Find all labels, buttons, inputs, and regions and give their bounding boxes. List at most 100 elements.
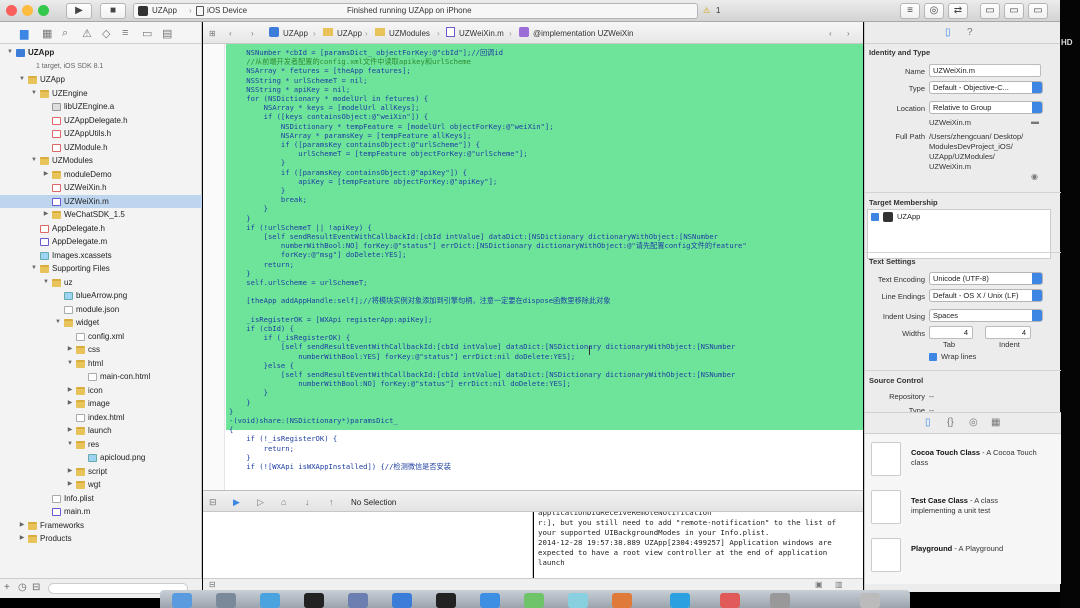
report-icon[interactable]: ▤ <box>162 27 172 40</box>
app-icon[interactable] <box>670 593 690 608</box>
tab-width-field[interactable]: 4 <box>929 326 973 339</box>
help-icon[interactable]: ? <box>967 27 973 38</box>
code-line[interactable]: numberWithBool:NO] forKey:@"status"] err… <box>229 241 747 250</box>
close-window-button[interactable] <box>6 5 17 16</box>
code-line[interactable]: apiKey = [tempFeature objectForKey:@"api… <box>229 177 497 186</box>
step-into-icon[interactable]: ↓ <box>305 497 310 507</box>
code-line[interactable]: return; <box>229 260 294 269</box>
toggle-debug-area-icon[interactable]: ▭ <box>1004 3 1024 19</box>
indent-width-field[interactable]: 4 <box>985 326 1031 339</box>
split-icon[interactable]: ▥ <box>835 580 843 589</box>
app-icon[interactable] <box>612 593 632 608</box>
disclosure-closed-icon[interactable]: ▶ <box>18 519 26 533</box>
endings-popup[interactable]: Default - OS X / Unix (LF) <box>929 289 1043 302</box>
navigator-item[interactable]: main.m <box>0 505 202 519</box>
app-icon[interactable] <box>720 593 740 608</box>
line-gutter[interactable] <box>203 44 225 490</box>
filter-icon[interactable]: ⊟ <box>32 582 40 593</box>
navigator-item[interactable]: ▶ script <box>0 465 202 479</box>
debug-icon[interactable]: ≡ <box>122 27 128 39</box>
filter-icon[interactable]: ⊟ <box>209 580 216 589</box>
prev-issue-icon[interactable]: ‹ <box>829 29 832 38</box>
file-template-icon[interactable]: ▯ <box>925 417 931 428</box>
run-button[interactable]: ▶ <box>66 3 92 19</box>
library-item[interactable]: Cocoa Touch Class - A Cocoa Touch class <box>871 438 1057 482</box>
disclosure-closed-icon[interactable]: ▶ <box>66 397 74 411</box>
code-line[interactable]: -(void)share:(NSDictionary*)paramsDict_ <box>229 416 398 425</box>
wrap-lines-checkbox[interactable] <box>929 353 937 361</box>
code-line[interactable]: } <box>229 407 233 416</box>
code-line[interactable]: } <box>229 204 268 213</box>
navigator-item[interactable]: ▼ UZModules <box>0 154 202 168</box>
warning-icon[interactable]: ⚠ <box>703 4 710 18</box>
object-icon[interactable]: ◎ <box>969 417 978 428</box>
navigator-item[interactable]: ▶ wgt <box>0 478 202 492</box>
navigator-item[interactable]: ▶ launch <box>0 424 202 438</box>
code-line[interactable]: NSNumber *cbId = [paramsDict_ objectForK… <box>229 48 503 57</box>
app-icon[interactable] <box>524 593 544 608</box>
finder-icon[interactable] <box>172 593 192 608</box>
navigator-item[interactable]: UZAppUtils.h <box>0 127 202 141</box>
xcode-icon[interactable] <box>392 593 412 608</box>
minimize-window-button[interactable] <box>22 5 33 16</box>
standard-editor-icon[interactable]: ≡ <box>900 3 920 19</box>
disclosure-closed-icon[interactable]: ▶ <box>66 343 74 357</box>
code-line[interactable]: NSDictionary * tempFeature = [modelUrl o… <box>229 122 554 131</box>
zoom-window-button[interactable] <box>38 5 49 16</box>
code-line[interactable]: } <box>229 158 285 167</box>
navigator-item[interactable]: ▶ css <box>0 343 202 357</box>
navigator-item[interactable]: ▶ icon <box>0 384 202 398</box>
location-popup[interactable]: Relative to Group <box>929 101 1043 114</box>
navigator-item[interactable]: Images.xcassets <box>0 249 202 263</box>
step-out-icon[interactable]: ↑ <box>329 497 334 507</box>
code-line[interactable]: numberWithBool:NO] forKey:@"status"] err… <box>229 379 571 388</box>
forward-icon[interactable]: › <box>251 29 254 38</box>
code-line[interactable]: NSString * apiKey = nil; <box>229 85 350 94</box>
trash-icon[interactable]: ▣ <box>815 580 823 589</box>
disclosure-closed-icon[interactable]: ▶ <box>66 424 74 438</box>
issue-icon[interactable]: ⚠ <box>82 27 92 40</box>
name-field[interactable]: UZWeiXin.m <box>929 64 1041 77</box>
disclosure-closed-icon[interactable]: ▶ <box>42 168 50 182</box>
code-line[interactable]: if (cbId) { <box>229 324 294 333</box>
code-line[interactable]: if ([keys containsObject:@"weiXin"]) { <box>229 112 428 121</box>
safari-icon[interactable] <box>260 593 280 608</box>
breakpoint-icon[interactable]: ▭ <box>142 27 152 40</box>
code-line[interactable]: numberWithBool:YES] forKey:@"status"] er… <box>229 352 575 361</box>
breakpoints-icon[interactable]: ▶ <box>233 497 240 508</box>
navigator-item[interactable]: Info.plist <box>0 492 202 506</box>
code-line[interactable]: NSArray * keys = [modelUrl allKeys]; <box>229 103 420 112</box>
continue-icon[interactable]: ▷ <box>257 497 264 508</box>
assistant-editor-icon[interactable]: ◎ <box>924 3 944 19</box>
code-line[interactable]: { <box>229 425 233 434</box>
crumb-file[interactable]: UZWeiXin.m <box>459 29 504 38</box>
trash-icon[interactable] <box>860 593 880 608</box>
app-icon[interactable] <box>770 593 790 608</box>
navigator-item[interactable]: module.json <box>0 303 202 317</box>
navigator-item[interactable]: ▶ Products <box>0 532 202 546</box>
code-line[interactable]: } <box>229 269 250 278</box>
step-over-icon[interactable]: ⌂ <box>281 497 286 507</box>
code-line[interactable]: NSString * urlSchemeT = nil; <box>229 76 367 85</box>
terminal-icon[interactable] <box>304 593 324 608</box>
target-checkbox[interactable] <box>871 213 879 221</box>
navigator-item[interactable]: 1 target, iOS SDK 8.1 <box>0 60 202 74</box>
navigator-item[interactable]: UZAppDelegate.h <box>0 114 202 128</box>
navigator-item[interactable]: apicloud.png <box>0 451 202 465</box>
recent-icon[interactable]: ◷ <box>18 582 27 593</box>
app-icon[interactable] <box>348 593 368 608</box>
code-line[interactable]: } <box>229 453 250 462</box>
code-line[interactable]: for (NSDictionary * modelUrl in fetures)… <box>229 94 428 103</box>
navigator-item[interactable]: ▼ uz <box>0 276 202 290</box>
navigator-item[interactable]: ▼ UZEngine <box>0 87 202 101</box>
disclosure-closed-icon[interactable]: ▶ <box>66 384 74 398</box>
add-icon[interactable]: + <box>4 582 10 593</box>
test-icon[interactable]: ◇ <box>102 27 110 40</box>
qq-icon[interactable] <box>436 593 456 608</box>
code-line[interactable]: if (![WXApi isWXAppInstalled]) {//检测微信是否… <box>229 462 451 471</box>
navigator-item[interactable]: ▼ res <box>0 438 202 452</box>
related-items-icon[interactable]: ⊞ <box>209 29 216 38</box>
code-line[interactable]: } <box>229 186 285 195</box>
disclosure-open-icon[interactable]: ▼ <box>54 316 62 330</box>
toggle-navigator-icon[interactable]: ▭ <box>980 3 1000 19</box>
